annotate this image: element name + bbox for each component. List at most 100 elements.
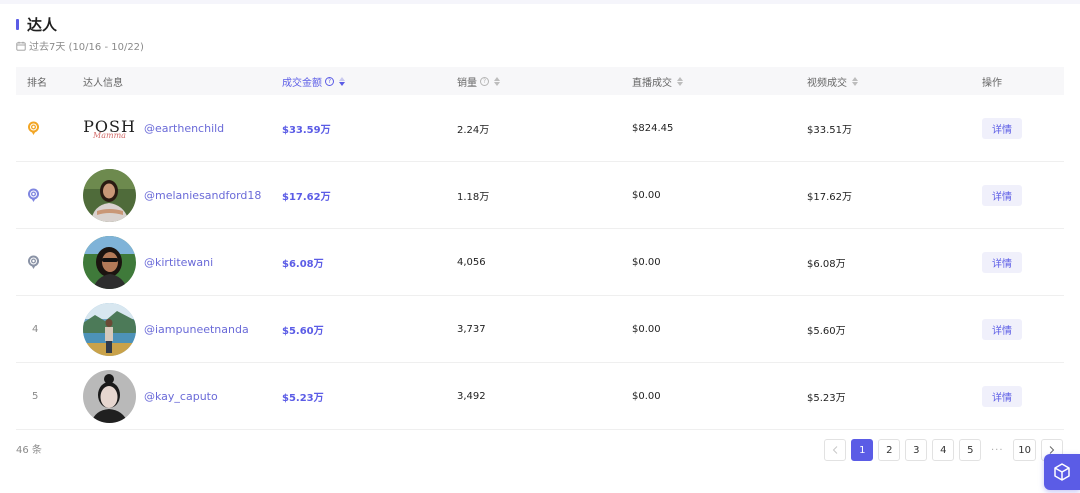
sales-cell: 3,737 — [457, 296, 486, 362]
video-gmv-value: $5.23万 — [807, 392, 846, 404]
date-range-text: 过去7天 (10/16 - 10/22) — [29, 42, 144, 53]
rank-cell — [27, 229, 40, 295]
live-gmv-value: $0.00 — [632, 323, 661, 335]
section-title: 达人 — [27, 15, 58, 34]
sales-cell: 2.24万 — [457, 95, 489, 161]
creator-handle[interactable]: @kay_caputo — [144, 363, 218, 429]
table-row: POSH Mamma @earthenchild $33.59万 2.24万 $… — [16, 95, 1064, 162]
table-row: 5 @kay_caputo $5.23万 3,492 $0.00 $5.23万 … — [16, 363, 1064, 430]
video-gmv-value: $33.51万 — [807, 124, 852, 136]
rank-cell: 4 — [32, 296, 38, 362]
avatar[interactable] — [83, 303, 136, 356]
col-live-gmv[interactable]: 直播成交 — [632, 74, 683, 89]
page-button-5[interactable]: 5 — [959, 439, 982, 461]
video-gmv-cell: $17.62万 — [807, 162, 852, 228]
handle-text[interactable]: @kirtitewani — [144, 256, 213, 269]
top-strip — [0, 0, 1080, 4]
table-row: @kirtitewani $6.08万 4,056 $0.00 $6.08万 详… — [16, 229, 1064, 296]
detail-button[interactable]: 详情 — [982, 117, 1022, 139]
gmv-value: $17.62万 — [282, 191, 331, 203]
col-gmv-label: 成交金额 — [282, 77, 322, 89]
creator-handle[interactable]: @earthenchild — [144, 95, 224, 161]
section-header: 达人 — [16, 14, 57, 34]
avatar[interactable] — [83, 370, 136, 423]
page-ellipsis[interactable]: ··· — [986, 439, 1008, 461]
col-live-gmv-label: 直播成交 — [632, 77, 672, 89]
rank-cell: 5 — [32, 363, 38, 429]
gmv-cell: $6.08万 — [282, 229, 324, 295]
prev-page-button[interactable] — [824, 439, 847, 461]
gmv-cell: $17.62万 — [282, 162, 331, 228]
live-gmv-cell: $824.45 — [632, 95, 673, 161]
sales-value: 3,737 — [457, 323, 486, 335]
silver-medal-icon — [28, 188, 39, 202]
floating-action-button[interactable] — [1044, 454, 1080, 490]
detail-button[interactable]: 详情 — [982, 385, 1022, 407]
video-gmv-cell: $5.60万 — [807, 296, 846, 362]
detail-button[interactable]: 详情 — [982, 318, 1022, 340]
sales-cell: 1.18万 — [457, 162, 489, 228]
sales-cell: 3,492 — [457, 363, 486, 429]
detail-button[interactable]: 详情 — [982, 251, 1022, 273]
action-cell: 详情 — [982, 162, 1022, 228]
video-gmv-value: $5.60万 — [807, 325, 846, 337]
creator-handle[interactable]: @melaniesandford18 — [144, 162, 261, 228]
handle-text[interactable]: @kay_caputo — [144, 390, 218, 403]
action-cell: 详情 — [982, 95, 1022, 161]
page-button-2[interactable]: 2 — [878, 439, 901, 461]
creator-handle[interactable]: @kirtitewani — [144, 229, 213, 295]
sort-icon[interactable] — [677, 76, 683, 86]
gmv-value: $5.60万 — [282, 325, 324, 337]
creator-handle[interactable]: @iampuneetnanda — [144, 296, 249, 362]
col-rank: 排名 — [27, 74, 47, 89]
col-creator: 达人信息 — [83, 74, 123, 89]
avatar-photo — [83, 370, 136, 423]
page-button-3[interactable]: 3 — [905, 439, 928, 461]
table-header: 排名 达人信息 成交金额 ? 销量 ? 直播成交 视频成交 操作 — [16, 67, 1064, 95]
video-gmv-value: $6.08万 — [807, 258, 846, 270]
col-video-gmv[interactable]: 视频成交 — [807, 74, 858, 89]
video-gmv-value: $17.62万 — [807, 191, 852, 203]
gmv-value: $5.23万 — [282, 392, 324, 404]
handle-text[interactable]: @iampuneetnanda — [144, 323, 249, 336]
table-row: @melaniesandford18 $17.62万 1.18万 $0.00 $… — [16, 162, 1064, 229]
pagination: 1 2 3 4 5 ··· 10 — [824, 439, 1063, 461]
rank-number: 5 — [32, 390, 39, 402]
col-sales[interactable]: 销量 ? — [457, 74, 500, 89]
video-gmv-cell: $6.08万 — [807, 229, 846, 295]
avatar[interactable] — [83, 236, 136, 289]
col-gmv[interactable]: 成交金额 ? — [282, 74, 345, 89]
handle-text[interactable]: @earthenchild — [144, 122, 224, 135]
col-video-gmv-label: 视频成交 — [807, 77, 847, 89]
help-icon: ? — [325, 76, 334, 86]
cube-icon — [1054, 463, 1070, 481]
sales-cell: 4,056 — [457, 229, 486, 295]
col-rank-label: 排名 — [27, 77, 47, 89]
gmv-value: $33.59万 — [282, 124, 331, 136]
live-gmv-cell: $0.00 — [632, 363, 661, 429]
sort-icon[interactable] — [494, 76, 500, 86]
page-button-4[interactable]: 4 — [932, 439, 955, 461]
bronze-medal-icon — [28, 255, 39, 269]
creator-table: 排名 达人信息 成交金额 ? 销量 ? 直播成交 视频成交 操作 POSH Ma… — [16, 67, 1064, 430]
page-button-last[interactable]: 10 — [1013, 439, 1036, 461]
chevron-right-icon — [1049, 446, 1055, 454]
detail-button[interactable]: 详情 — [982, 184, 1022, 206]
total-count: 46 条 — [16, 445, 42, 456]
live-gmv-value: $0.00 — [632, 256, 661, 268]
handle-text[interactable]: @melaniesandford18 — [144, 189, 261, 202]
gmv-cell: $5.23万 — [282, 363, 324, 429]
date-range: 过去7天 (10/16 - 10/22) — [16, 38, 144, 53]
page-button-1[interactable]: 1 — [851, 439, 874, 461]
sort-desc-icon[interactable] — [339, 76, 345, 86]
gmv-cell: $5.60万 — [282, 296, 324, 362]
posh-logo-sub: Mamma — [93, 130, 126, 140]
live-gmv-cell: $0.00 — [632, 229, 661, 295]
avatar-photo — [83, 236, 136, 289]
action-cell: 详情 — [982, 229, 1022, 295]
sort-icon[interactable] — [852, 76, 858, 86]
gold-medal-icon — [28, 121, 39, 135]
table-row: 4 @iampuneetnanda $5.60万 3,737 $0.00 $5.… — [16, 296, 1064, 363]
avatar[interactable]: POSH Mamma — [83, 102, 136, 155]
avatar[interactable] — [83, 169, 136, 222]
